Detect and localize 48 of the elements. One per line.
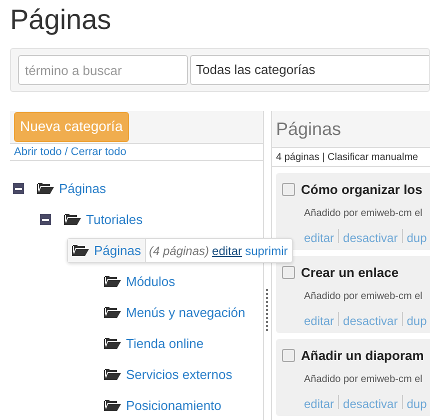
action-link[interactable]: desactivar <box>343 228 398 246</box>
page-title-text: Cómo organizar los <box>301 181 422 199</box>
folder-icon <box>104 306 121 319</box>
content-summary: 4 páginas | Clasificar manualme <box>275 150 420 164</box>
action-link[interactable]: editar <box>304 312 334 330</box>
collapse-all-link[interactable]: Cerrar todo <box>70 144 126 160</box>
tree-item[interactable]: Páginas <box>68 239 146 262</box>
page-meta: Añadido por emiweb-cm el <box>304 372 424 386</box>
category-select[interactable]: Todas las categorías <box>190 55 429 85</box>
expand-all-link[interactable]: Abrir todo <box>14 144 62 160</box>
tree-item[interactable]: Páginas <box>37 178 106 198</box>
folder-icon <box>104 275 121 288</box>
page-meta: Añadido por emiweb-cm el <box>304 206 424 220</box>
folder-icon <box>104 337 121 350</box>
page-meta: Añadido por emiweb-cm el <box>304 290 424 304</box>
resize-handle[interactable] <box>266 289 269 331</box>
action-link[interactable]: dup <box>406 312 427 330</box>
page-title-text: Añadir un diaporam <box>301 347 424 365</box>
action-link[interactable]: editar <box>212 242 242 260</box>
action-link[interactable]: suprimir <box>245 242 292 260</box>
folder-icon <box>104 368 121 381</box>
folder-icon <box>37 182 54 195</box>
action-link[interactable]: dup <box>406 228 427 246</box>
folder-icon <box>104 399 121 412</box>
action-link[interactable]: desactivar <box>343 312 398 330</box>
action-link[interactable]: desactivar <box>343 394 398 412</box>
checkbox[interactable] <box>282 266 295 280</box>
tree-item[interactable]: Menús y navegación <box>104 302 246 322</box>
tree-item[interactable]: Servicios externos <box>104 364 232 384</box>
action-link[interactable]: editar <box>304 394 334 412</box>
tree-item[interactable]: Posicionamiento <box>104 396 222 416</box>
tree-item[interactable]: Módulos <box>104 272 176 292</box>
page-count: (4 páginas) <box>148 242 210 260</box>
page-title-text: Crear un enlace <box>301 264 399 282</box>
separator: / <box>64 144 68 160</box>
tree-item[interactable]: Tienda online <box>104 334 204 354</box>
search-field[interactable]: término a buscar <box>18 55 188 85</box>
folder-icon <box>64 213 81 226</box>
action-link[interactable]: dup <box>406 394 427 412</box>
collapse-toggle[interactable] <box>13 183 24 194</box>
folder-icon <box>72 244 89 257</box>
checkbox[interactable] <box>282 349 295 362</box>
content-title: Páginas <box>276 118 342 141</box>
checkbox[interactable] <box>282 183 295 196</box>
action-link[interactable]: editar <box>304 228 334 246</box>
tree-item[interactable]: Tutoriales <box>64 210 143 230</box>
page-title: Páginas <box>9 3 112 37</box>
collapse-toggle[interactable] <box>40 214 51 225</box>
